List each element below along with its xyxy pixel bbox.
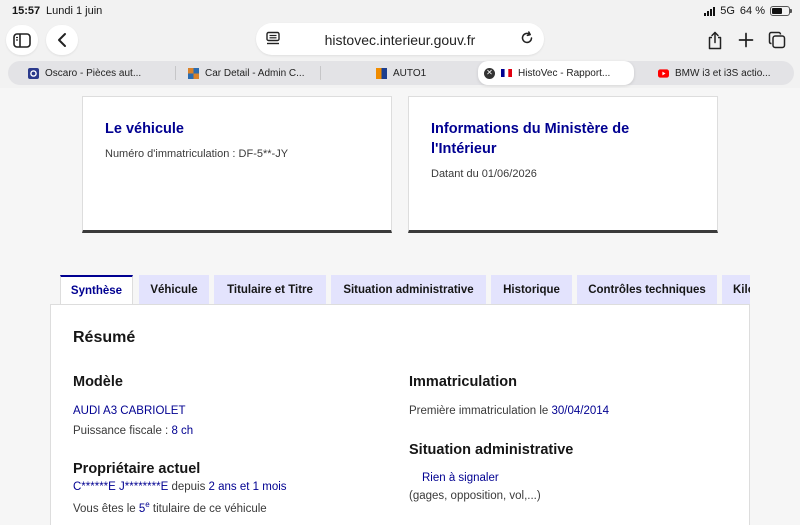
- address-bar[interactable]: histovec.interieur.gouv.fr: [256, 23, 544, 55]
- flag-fr-icon: [501, 68, 512, 79]
- status-time: 15:57: [12, 5, 41, 17]
- holder-prefix: Vous êtes le: [73, 502, 139, 515]
- ministry-card-title-line1: Informations du Ministère de: [431, 121, 630, 137]
- plus-icon: [738, 32, 754, 48]
- admin-status: Rien à signaler: [422, 472, 499, 484]
- owner-name: C******E J********E: [73, 481, 169, 493]
- browser-tab-label: HistoVec - Rapport...: [518, 67, 611, 79]
- owner-heading: Propriétaire actuel: [73, 461, 201, 477]
- sidebar-toggle-button[interactable]: [6, 25, 38, 55]
- browser-tabs-track: Oscaro - Pièces aut... Car Detail - Admi…: [8, 61, 794, 85]
- holder-suffix: titulaire de ce véhicule: [149, 502, 267, 515]
- browser-tabs-bar: Oscaro - Pièces aut... Car Detail - Admi…: [0, 58, 800, 88]
- tab-historique[interactable]: Historique: [491, 275, 572, 305]
- tab-controles-techniques[interactable]: Contrôles techniques: [577, 275, 717, 305]
- close-tab-icon[interactable]: ✕: [484, 67, 495, 79]
- browser-tab-label: Oscaro - Pièces aut...: [45, 67, 142, 79]
- battery-icon: [770, 6, 792, 16]
- reload-icon[interactable]: [520, 31, 534, 50]
- tab-separator: [320, 66, 321, 80]
- vehicle-card-title: Le véhicule: [105, 121, 184, 137]
- model-heading: Modèle: [73, 374, 123, 390]
- share-icon: [708, 31, 722, 49]
- back-button[interactable]: [46, 25, 78, 55]
- tab-titulaire-titre[interactable]: Titulaire et Titre: [214, 275, 326, 305]
- summary-heading: Résumé: [73, 329, 136, 346]
- admin-details: (gages, opposition, vol,...): [409, 490, 541, 502]
- browser-toolbar: histovec.interieur.gouv.fr: [0, 22, 800, 58]
- vehicle-plate: Numéro d'immatriculation : DF-5**-JY: [105, 148, 289, 160]
- status-bar: 15:57 Lundi 1 juin 5G 64 %: [0, 0, 800, 22]
- page-content: Le véhicule Numéro d'immatriculation : D…: [0, 88, 800, 525]
- vehicle-card: Le véhicule Numéro d'immatriculation : D…: [82, 96, 392, 233]
- first-registration-label: Première immatriculation le: [409, 405, 552, 417]
- admin-heading: Situation administrative: [409, 442, 574, 458]
- owner-since-value: 2 ans et 1 mois: [208, 481, 287, 493]
- ministry-card: Informations du Ministère de l'Intérieur…: [408, 96, 718, 233]
- browser-tab-car-detail[interactable]: Car Detail - Admin C...: [188, 61, 323, 85]
- owner-since-label: depuis: [168, 481, 209, 493]
- browser-tab-auto1[interactable]: AUTO1: [376, 61, 476, 85]
- admin-icon: [188, 67, 199, 79]
- tab-situation-administrative[interactable]: Situation administrative: [331, 275, 486, 305]
- auto1-icon: [376, 67, 387, 79]
- fiscal-power-label: Puissance fiscale :: [73, 425, 172, 437]
- tabs-icon: [768, 31, 786, 49]
- status-date: Lundi 1 juin: [46, 5, 103, 17]
- youtube-icon: [658, 68, 669, 79]
- browser-tab-youtube[interactable]: BMW i3 et i3S actio...: [658, 61, 790, 85]
- ministry-card-title-line2: l'Intérieur: [431, 141, 497, 157]
- first-registration: Première immatriculation le 30/04/2014: [409, 405, 609, 417]
- tab-overview-button[interactable]: [765, 28, 789, 52]
- model-name: AUDI A3 CABRIOLET: [73, 405, 186, 417]
- tab-vehicule[interactable]: Véhicule: [139, 275, 209, 305]
- chevron-left-icon: [58, 33, 66, 47]
- fiscal-power: Puissance fiscale : 8 ch: [73, 425, 193, 437]
- fiscal-power-value: 8 ch: [171, 425, 194, 437]
- browser-tab-oscaro[interactable]: Oscaro - Pièces aut...: [28, 61, 170, 85]
- tab-kilometrage[interactable]: Kilo: [722, 275, 750, 305]
- oscaro-icon: [28, 67, 39, 79]
- battery-label: 64 %: [739, 5, 765, 17]
- first-registration-date: 30/04/2014: [551, 405, 610, 417]
- signal-icon: [704, 6, 716, 16]
- holder-rank: Vous êtes le 5e titulaire de ce véhicule: [73, 500, 267, 515]
- network-label: 5G: [720, 5, 735, 17]
- browser-tab-label: AUTO1: [393, 67, 427, 79]
- browser-tab-label: BMW i3 et i3S actio...: [675, 67, 771, 79]
- status-right: 5G 64 %: [704, 5, 792, 17]
- browser-tab-histovec[interactable]: ✕ HistoVec - Rapport...: [478, 61, 634, 85]
- tab-separator: [175, 66, 176, 80]
- url-text[interactable]: histovec.interieur.gouv.fr: [256, 32, 544, 48]
- share-button[interactable]: [703, 28, 727, 52]
- browser-tab-label: Car Detail - Admin C...: [205, 67, 305, 79]
- owner-since: C******E J********E depuis 2 ans et 1 mo…: [73, 481, 287, 493]
- ministry-date: Datant du 01/06/2026: [431, 168, 537, 180]
- registration-heading: Immatriculation: [409, 374, 517, 390]
- battery-fill: [772, 8, 783, 14]
- new-tab-button[interactable]: [734, 28, 758, 52]
- report-tabs: Synthèse Véhicule Titulaire et Titre Sit…: [60, 275, 750, 305]
- tab-synthese[interactable]: Synthèse: [60, 275, 133, 305]
- synthese-panel: Résumé Modèle AUDI A3 CABRIOLET Puissanc…: [50, 304, 750, 525]
- sidebar-icon: [13, 32, 31, 48]
